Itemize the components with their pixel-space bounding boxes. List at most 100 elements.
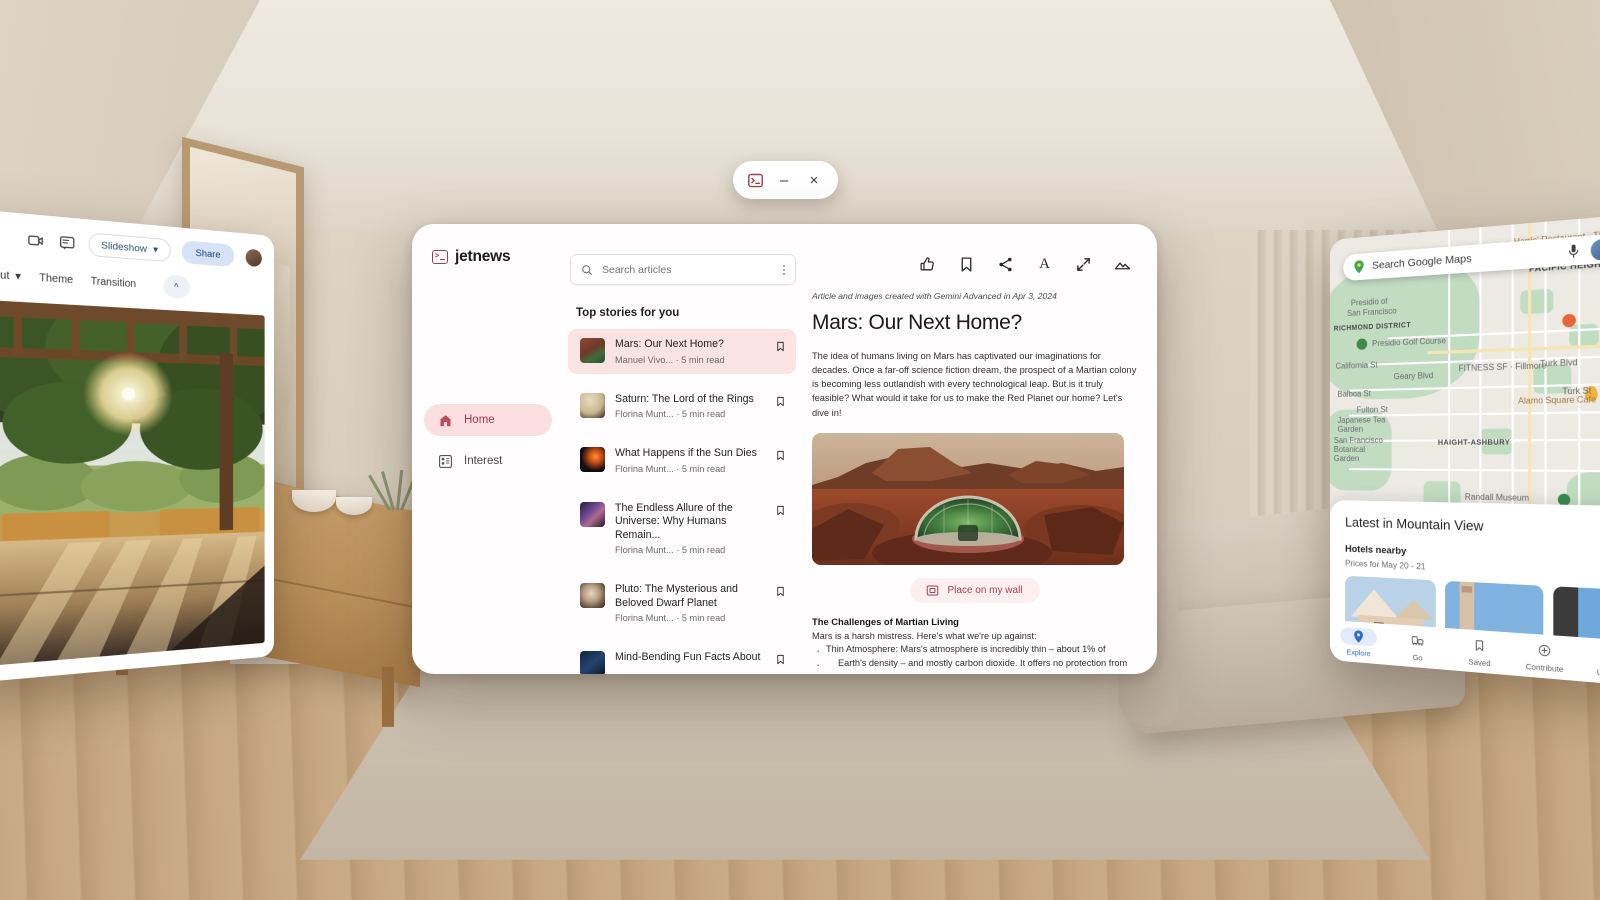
avatar[interactable] bbox=[244, 247, 263, 268]
article-title: Saturn: The Lord of the Rings bbox=[615, 392, 754, 405]
app-brand: jetnews bbox=[412, 238, 564, 266]
maps-search-bar[interactable]: Search Google Maps bbox=[1343, 232, 1600, 282]
nav-pill bbox=[1340, 626, 1377, 647]
sidebar-nav: Home Interest bbox=[424, 404, 552, 486]
map-label: Fulton St bbox=[1356, 404, 1388, 415]
search-input[interactable] bbox=[602, 263, 774, 276]
sidebar-item-label: Home bbox=[464, 414, 495, 426]
article-thumbnail bbox=[580, 501, 605, 527]
microphone-icon[interactable] bbox=[1567, 242, 1581, 259]
list-item[interactable]: The Endless Allure of the Universe: Why … bbox=[568, 493, 796, 565]
search-icon bbox=[582, 264, 592, 275]
jetnews-sidebar: jetnews Home Interest bbox=[412, 224, 564, 674]
slideshow-button[interactable]: Slideshow ▾ bbox=[88, 232, 171, 263]
map-label: San Francisco Botanical Garden bbox=[1333, 435, 1383, 464]
expand-icon[interactable] bbox=[1075, 256, 1092, 273]
present-video-icon[interactable] bbox=[26, 231, 45, 249]
article-bullet-continuation: Earth's density – and mostly carbon diox… bbox=[812, 655, 1137, 674]
maps-search-placeholder: Search Google Maps bbox=[1372, 252, 1472, 273]
slideshow-label: Slideshow bbox=[101, 239, 147, 255]
nav-item-go[interactable]: Go bbox=[1388, 630, 1448, 665]
park-block bbox=[1520, 288, 1554, 315]
credenza-leg bbox=[382, 666, 394, 727]
nav-pill bbox=[1591, 644, 1600, 666]
article-toolbar: A bbox=[812, 256, 1137, 273]
list-item[interactable]: What Happens if the Sun Dies Florina Mun… bbox=[568, 438, 796, 483]
menu-label: Layout bbox=[0, 267, 10, 282]
article-paragraph-2: Mars is a harsh mistress. Here's what we… bbox=[812, 630, 1037, 641]
nav-pill bbox=[1460, 635, 1500, 656]
article-thumbnail bbox=[580, 392, 605, 418]
nav-item-explore[interactable]: Explore bbox=[1330, 626, 1388, 660]
nav-item-updates[interactable]: Updates bbox=[1578, 643, 1600, 681]
bookmark-icon[interactable] bbox=[775, 340, 786, 353]
menu-item-theme[interactable]: Theme bbox=[39, 272, 73, 286]
pergola-sunset-photo bbox=[0, 300, 265, 666]
article-subheading: The Challenges of Martian Living bbox=[812, 615, 959, 627]
search-bar[interactable] bbox=[570, 254, 796, 285]
nav-item-saved[interactable]: Saved bbox=[1448, 634, 1511, 670]
article-thumbnail bbox=[580, 447, 605, 473]
place-on-wall-icon bbox=[927, 585, 939, 596]
bookmark-icon[interactable] bbox=[958, 256, 975, 273]
sidebar-item-interest[interactable]: Interest bbox=[424, 445, 552, 477]
slide-canvas[interactable] bbox=[0, 300, 265, 666]
article-meta: Florina Munt... · 5 min read bbox=[615, 463, 726, 474]
chevron-up-icon[interactable]: ^ bbox=[163, 274, 190, 299]
image-mountain-icon[interactable] bbox=[1114, 256, 1131, 273]
bookmark-icon[interactable] bbox=[775, 585, 786, 598]
article-meta: Manuel Vivo... · 5 min read bbox=[615, 354, 725, 365]
list-item[interactable]: Mars: Our Next Home? Manuel Vivo... · 5 … bbox=[568, 329, 796, 374]
map-label: HAIGHT-ASHBURY bbox=[1437, 439, 1511, 447]
jetnews-window[interactable]: jetnews Home Interest bbox=[412, 224, 1157, 674]
article-title: Mars: Our Next Home? bbox=[615, 338, 724, 350]
google-maps-window[interactable]: Harris' Restaurant - The San Francisco S… bbox=[1330, 212, 1600, 688]
kebab-menu-icon[interactable] bbox=[783, 264, 785, 275]
nav-label: Go bbox=[1412, 652, 1423, 663]
article-meta: Florina Munt... · 5 min read bbox=[615, 613, 726, 624]
slides-app-window[interactable]: Slideshow ▾ Share Layout ▾ Theme Transit… bbox=[0, 208, 274, 684]
menu-item-transition[interactable]: Transition bbox=[91, 275, 136, 290]
bookmark-icon[interactable] bbox=[775, 449, 786, 462]
nav-label: Contribute bbox=[1525, 660, 1564, 674]
article-meta: Florina Munt... · 5 min read bbox=[615, 545, 726, 556]
account-avatar[interactable] bbox=[1589, 236, 1600, 262]
close-button[interactable]: × bbox=[804, 170, 824, 190]
text-size-icon[interactable]: A bbox=[1036, 256, 1053, 273]
interests-grid-icon bbox=[439, 454, 452, 468]
place-on-wall-button[interactable]: Place on my wall bbox=[909, 577, 1040, 603]
sidebar-item-home[interactable]: Home bbox=[424, 404, 552, 436]
map-pin-icon bbox=[1354, 629, 1363, 643]
article-paragraph: The idea of humans living on Mars has ca… bbox=[812, 351, 1137, 418]
article-meta: Florina Munt... · 5 min read bbox=[615, 409, 726, 420]
article-title: Mind-Bending Fun Facts About bbox=[615, 651, 761, 664]
article-byline: Article and images created with Gemini A… bbox=[812, 291, 1057, 301]
section-title: Top stories for you bbox=[576, 307, 680, 319]
bookmark-icon[interactable] bbox=[775, 504, 786, 517]
menu-item-layout[interactable]: Layout ▾ bbox=[0, 267, 21, 282]
share-button[interactable]: Share bbox=[181, 240, 235, 268]
nav-label: Saved bbox=[1468, 656, 1491, 668]
bookmark-icon bbox=[1473, 638, 1486, 653]
window-chrome-bar[interactable]: – × bbox=[733, 161, 838, 199]
speaker-notes-icon[interactable] bbox=[57, 234, 76, 252]
share-icon[interactable] bbox=[997, 256, 1014, 273]
park-block bbox=[1569, 323, 1599, 347]
list-item[interactable]: Mind-Bending Fun Facts About bbox=[568, 642, 796, 674]
commute-icon bbox=[1412, 633, 1424, 647]
map-label: Japanese Tea Garden bbox=[1337, 415, 1386, 434]
article-headline: Mars: Our Next Home? bbox=[812, 311, 1022, 334]
nav-item-contribute[interactable]: Contribute bbox=[1512, 638, 1579, 675]
list-item[interactable]: Pluto: The Mysterious and Beloved Dwarf … bbox=[568, 574, 796, 632]
article-detail-column: A Article and images created with Gemini… bbox=[804, 224, 1157, 674]
minimize-button[interactable]: – bbox=[774, 170, 794, 190]
chevron-down-icon: ▾ bbox=[15, 270, 21, 283]
mars-dome-habitat-image bbox=[812, 432, 1124, 565]
bookmark-icon[interactable] bbox=[775, 395, 786, 408]
bookmark-icon[interactable] bbox=[775, 653, 786, 666]
sheet-title: Latest in Mountain View bbox=[1345, 514, 1484, 534]
article-title: What Happens if the Sun Dies bbox=[615, 447, 757, 460]
thumb-up-icon[interactable] bbox=[919, 256, 936, 273]
list-item[interactable]: Saturn: The Lord of the Rings Florina Mu… bbox=[568, 384, 796, 429]
nav-label: Explore bbox=[1346, 646, 1371, 658]
